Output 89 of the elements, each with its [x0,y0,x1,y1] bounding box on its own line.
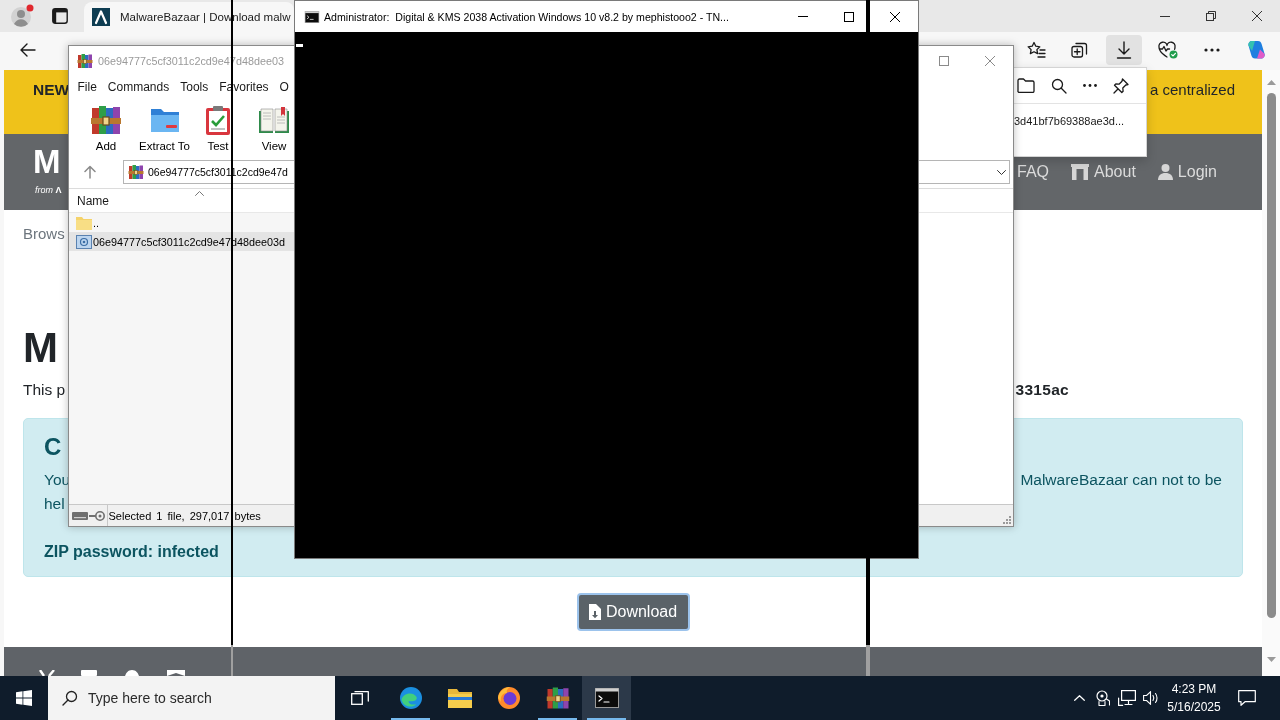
search-icon[interactable] [1051,77,1067,94]
alert-heading: C [44,432,62,462]
copilot-logo-icon[interactable] [1245,39,1267,61]
heart-pulse-icon[interactable] [1157,40,1179,60]
speaker-icon[interactable] [1142,691,1160,705]
open-book-icon [258,104,290,136]
text-cursor [296,44,303,47]
webcam-icon[interactable] [1096,690,1110,706]
task-view-icon[interactable] [350,691,369,705]
key-icon [89,510,105,521]
chevron-down-icon [997,169,1006,175]
page-title: M [23,323,58,373]
browser-logo-icon [398,686,423,710]
breadcrumb-link[interactable]: Brows [23,222,65,246]
download-file-name[interactable]: 3d41bf7b69388ae3d... [1013,113,1125,129]
scrollbar-thumb[interactable] [1266,93,1276,618]
downloads-button[interactable] [1106,35,1142,65]
toolbar-button[interactable]: Add [87,98,125,156]
terminal-icon [594,688,619,708]
panel-icon[interactable] [52,8,68,24]
terminal-icon [304,10,320,23]
clock-date[interactable]: 5/16/2025 [1167,698,1221,716]
sort-chevron-icon [195,191,204,196]
banner-text: a centralized [1149,80,1235,100]
drive-icon [72,511,88,520]
search-icon [62,690,78,706]
file-row[interactable]: .. [69,213,294,232]
menu-item[interactable]: File [72,76,103,98]
taskbar-app-button[interactable] [582,676,631,720]
column-header[interactable]: Name [69,189,294,212]
chevron-up-icon[interactable] [1073,695,1085,701]
resize-grip-icon[interactable] [1003,516,1011,524]
archive-books-icon [90,104,122,136]
footer-icon[interactable] [123,670,141,676]
star-list-icon[interactable] [1026,40,1046,60]
toolbar-button[interactable]: View [255,98,293,156]
clock-time[interactable]: 4:23 PM [1171,680,1217,698]
folder-icon [76,215,92,230]
download-button[interactable]: Download [576,593,690,631]
chat-bubble-icon[interactable] [1238,690,1256,706]
minimize-icon[interactable] [1160,15,1170,17]
alert-text: MalwareBazaar can not to be [1020,470,1222,490]
arrow-left-icon[interactable] [20,43,36,57]
archive-books-icon [545,686,570,710]
archive-books-icon [77,53,93,69]
more-icon[interactable] [1083,84,1097,87]
profile-avatar-icon[interactable] [10,4,34,28]
menu-item[interactable]: Commands [102,76,175,98]
status-text: Selected 1 file, 297,017 bytes [108,509,261,522]
menu-item[interactable]: O [274,76,289,98]
maximize-icon[interactable] [844,11,854,22]
file-download-icon [588,604,601,620]
nav-link[interactable]: Login [1157,162,1217,182]
intro-text: This p [23,380,66,400]
toolbar-button[interactable]: Extract To [134,98,195,156]
banner-label: NEW [33,80,70,100]
pin-icon[interactable] [1113,77,1129,94]
download-icon [1116,41,1132,59]
archive-file-icon [76,234,92,249]
start-icon[interactable] [16,690,32,706]
close-icon[interactable] [1252,11,1262,21]
search-field[interactable]: Type here to search [48,676,335,720]
close-icon[interactable] [890,11,900,22]
restore-icon[interactable] [1206,11,1216,21]
scroll-down-icon[interactable] [1266,657,1276,662]
folder-icon[interactable] [1017,78,1035,93]
alert-text: hel [44,494,65,514]
building-icon [1071,164,1090,180]
footer-icon[interactable] [39,670,55,676]
menu-item[interactable]: Tools [174,76,214,98]
scroll-up-icon[interactable] [1266,80,1276,85]
zip-password: ZIP password: infected [44,542,219,562]
user-icon [1157,164,1173,180]
logo-icon [92,8,110,26]
folder-icon [447,688,472,708]
network-icon[interactable] [1118,690,1136,706]
logo-tagline: from Λ [35,184,62,196]
window-title: Administrator: Digital & KMS 2038 Activation Windows 10 v8.2 by mephistooo2 - TN... [324,10,729,23]
archive-books-icon [128,164,144,180]
arrow-up-icon[interactable] [84,165,96,179]
hash-text: 3315ac [1015,380,1069,400]
footer-icon[interactable] [167,670,185,676]
fox-logo-icon [496,686,521,710]
site-logo: M [33,145,61,179]
toolbar-button[interactable]: Test [199,98,237,156]
nav-link[interactable]: About [1071,162,1136,182]
more-icon[interactable] [1204,48,1220,52]
nav-link[interactable]: FAQ [1017,162,1050,182]
collections-icon[interactable] [1070,40,1090,60]
